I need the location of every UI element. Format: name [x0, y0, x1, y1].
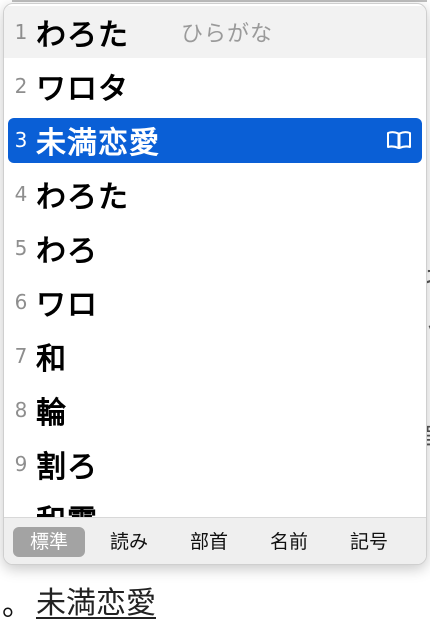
- tab-symbols[interactable]: 記号: [333, 527, 405, 557]
- candidate-text: わろ: [36, 234, 98, 269]
- candidate-item-7[interactable]: 7 和: [4, 330, 426, 382]
- candidate-text: わろた: [36, 18, 129, 53]
- tab-names[interactable]: 名前: [253, 527, 325, 557]
- candidate-category-tabs: 標準 読み 部首 名前 記号: [4, 517, 426, 564]
- candidate-text: 和露: [36, 496, 98, 517]
- candidate-item-1[interactable]: 1 わろた ひらがな: [4, 6, 426, 58]
- tab-standard[interactable]: 標準: [13, 526, 85, 557]
- candidate-item-10[interactable]: 和露: [4, 492, 426, 517]
- candidate-item-8[interactable]: 8 輪: [4, 384, 426, 436]
- candidate-number: 1: [14, 20, 28, 44]
- candidate-number: 9: [14, 452, 28, 476]
- ime-candidate-window: 1 わろた ひらがな 2 ワロタ 3 未満恋愛 4 わろた 5 わろ 6 ワロ: [3, 3, 427, 565]
- book-icon[interactable]: [386, 130, 412, 150]
- tab-reading[interactable]: 読み: [93, 527, 165, 557]
- document-punctuation: 。: [2, 588, 32, 623]
- candidate-number: 5: [14, 236, 28, 260]
- candidate-number: 3: [14, 128, 28, 152]
- candidate-text: ワロ: [36, 288, 98, 323]
- candidate-item-4[interactable]: 4 わろた: [4, 168, 426, 220]
- candidate-item-5[interactable]: 5 わろ: [4, 222, 426, 274]
- candidate-number: 2: [14, 74, 28, 98]
- candidate-type-hint: ひらがな: [181, 22, 274, 47]
- candidate-item-9[interactable]: 9 割ろ: [4, 438, 426, 490]
- candidate-text: 割ろ: [36, 450, 98, 485]
- candidate-text: 未満恋愛: [36, 126, 160, 161]
- candidate-text: 輪: [36, 396, 67, 431]
- candidate-item-6[interactable]: 6 ワロ: [4, 276, 426, 328]
- candidate-number: 6: [14, 290, 28, 314]
- candidate-text: ワロタ: [36, 72, 129, 107]
- candidate-list[interactable]: 1 わろた ひらがな 2 ワロタ 3 未満恋愛 4 わろた 5 わろ 6 ワロ: [4, 4, 426, 517]
- candidate-number: 4: [14, 182, 28, 206]
- candidate-item-2[interactable]: 2 ワロタ: [4, 60, 426, 112]
- candidate-number: 8: [14, 398, 28, 422]
- candidate-text: わろた: [36, 180, 129, 215]
- candidate-text: 和: [36, 342, 67, 377]
- candidate-number: 7: [14, 344, 28, 368]
- composing-text: 未満恋愛: [36, 586, 156, 621]
- candidate-item-3[interactable]: 3 未満恋愛: [4, 114, 426, 166]
- tab-radical[interactable]: 部首: [173, 527, 245, 557]
